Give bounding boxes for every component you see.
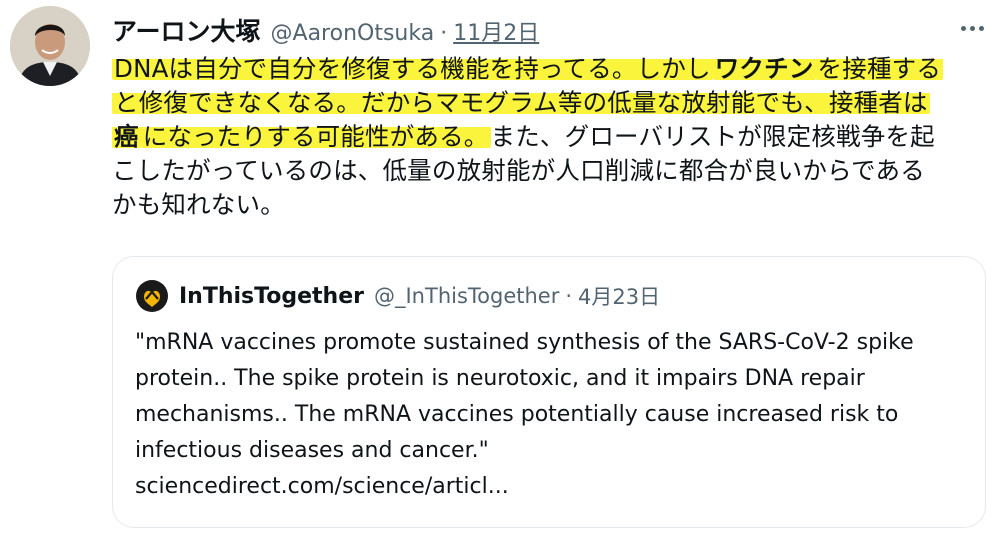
tweet-date[interactable]: 11月2日 (453, 15, 539, 47)
highlighted-text: になったりする可能性がある。 (140, 122, 491, 151)
avatar[interactable] (10, 6, 90, 86)
quoted-user-handle[interactable]: @_InThisTogether (374, 284, 559, 308)
quote-text-line: mechanisms.. The mRNA vaccines potential… (135, 402, 899, 427)
separator-dot: · (440, 21, 448, 46)
quoted-display-name[interactable]: InThisTogether (179, 284, 364, 309)
separator-dot: · (565, 284, 573, 308)
display-name[interactable]: アーロン大塚 (112, 12, 261, 48)
quoted-tweet-date[interactable]: 4月23日 (578, 281, 660, 311)
more-dots-icon (960, 25, 966, 31)
highlighted-text: を接種する (815, 54, 944, 83)
tweet-text-line: と修復できなくなる。だからマモグラム等の低量な放射能でも、接種者は (112, 86, 990, 120)
quoted-tweet-card[interactable]: InThisTogether @_InThisTogether · 4月23日 … (112, 256, 986, 528)
highlighted-text: DNAは自分で自分を修復する機能を持ってる。しかし (112, 54, 713, 83)
highlighted-text: と修復できなくなる。だからマモグラム等の低量な放射能でも、接種者は (112, 88, 930, 117)
tweet: アーロン大塚 @AaronOtsuka · 11月2日 DNAは自分で自分を修復… (0, 0, 1000, 534)
quote-text-line: "mRNA vaccines promote sustained synthes… (135, 330, 914, 355)
article-link[interactable]: sciencedirect.com/science/articl... (135, 469, 965, 505)
quote-text-line: infectious diseases and cancer." (135, 438, 489, 463)
tweet-header: アーロン大塚 @AaronOtsuka · 11月2日 (112, 12, 539, 46)
tweet-text-line: 癌になったりする可能性がある。また、グローバリストが限定核戦争を起 (112, 120, 990, 154)
quoted-tweet-header: InThisTogether @_InThisTogether · 4月23日 (135, 279, 660, 313)
text-segment: こしたがっているのは、低量の放射能が人口削減に都合が良いからである (112, 156, 925, 185)
heart-hands-logo-icon[interactable] (135, 279, 169, 313)
more-options-button[interactable] (958, 14, 986, 42)
tweet-text-line: こしたがっているのは、低量の放射能が人口削減に都合が良いからである (112, 154, 990, 188)
tweet-text: DNAは自分で自分を修復する機能を持ってる。しかし ワクチン を接種する と修復できな… (112, 52, 990, 222)
user-handle[interactable]: @AaronOtsuka (271, 21, 435, 46)
quote-text-line: protein.. The spike protein is neurotoxi… (135, 366, 865, 391)
text-segment: また、グローバリストが限定核戦争を起 (490, 122, 935, 151)
text-segment: かも知れない。 (112, 190, 285, 219)
quoted-tweet-text: "mRNA vaccines promote sustained synthes… (135, 325, 965, 505)
highlighted-text: 癌 (112, 122, 141, 151)
tweet-text-line: かも知れない。 (112, 188, 990, 222)
highlighted-text: ワクチン (712, 54, 816, 83)
tweet-text-line: DNAは自分で自分を修復する機能を持ってる。しかし ワクチン を接種する (112, 52, 990, 86)
